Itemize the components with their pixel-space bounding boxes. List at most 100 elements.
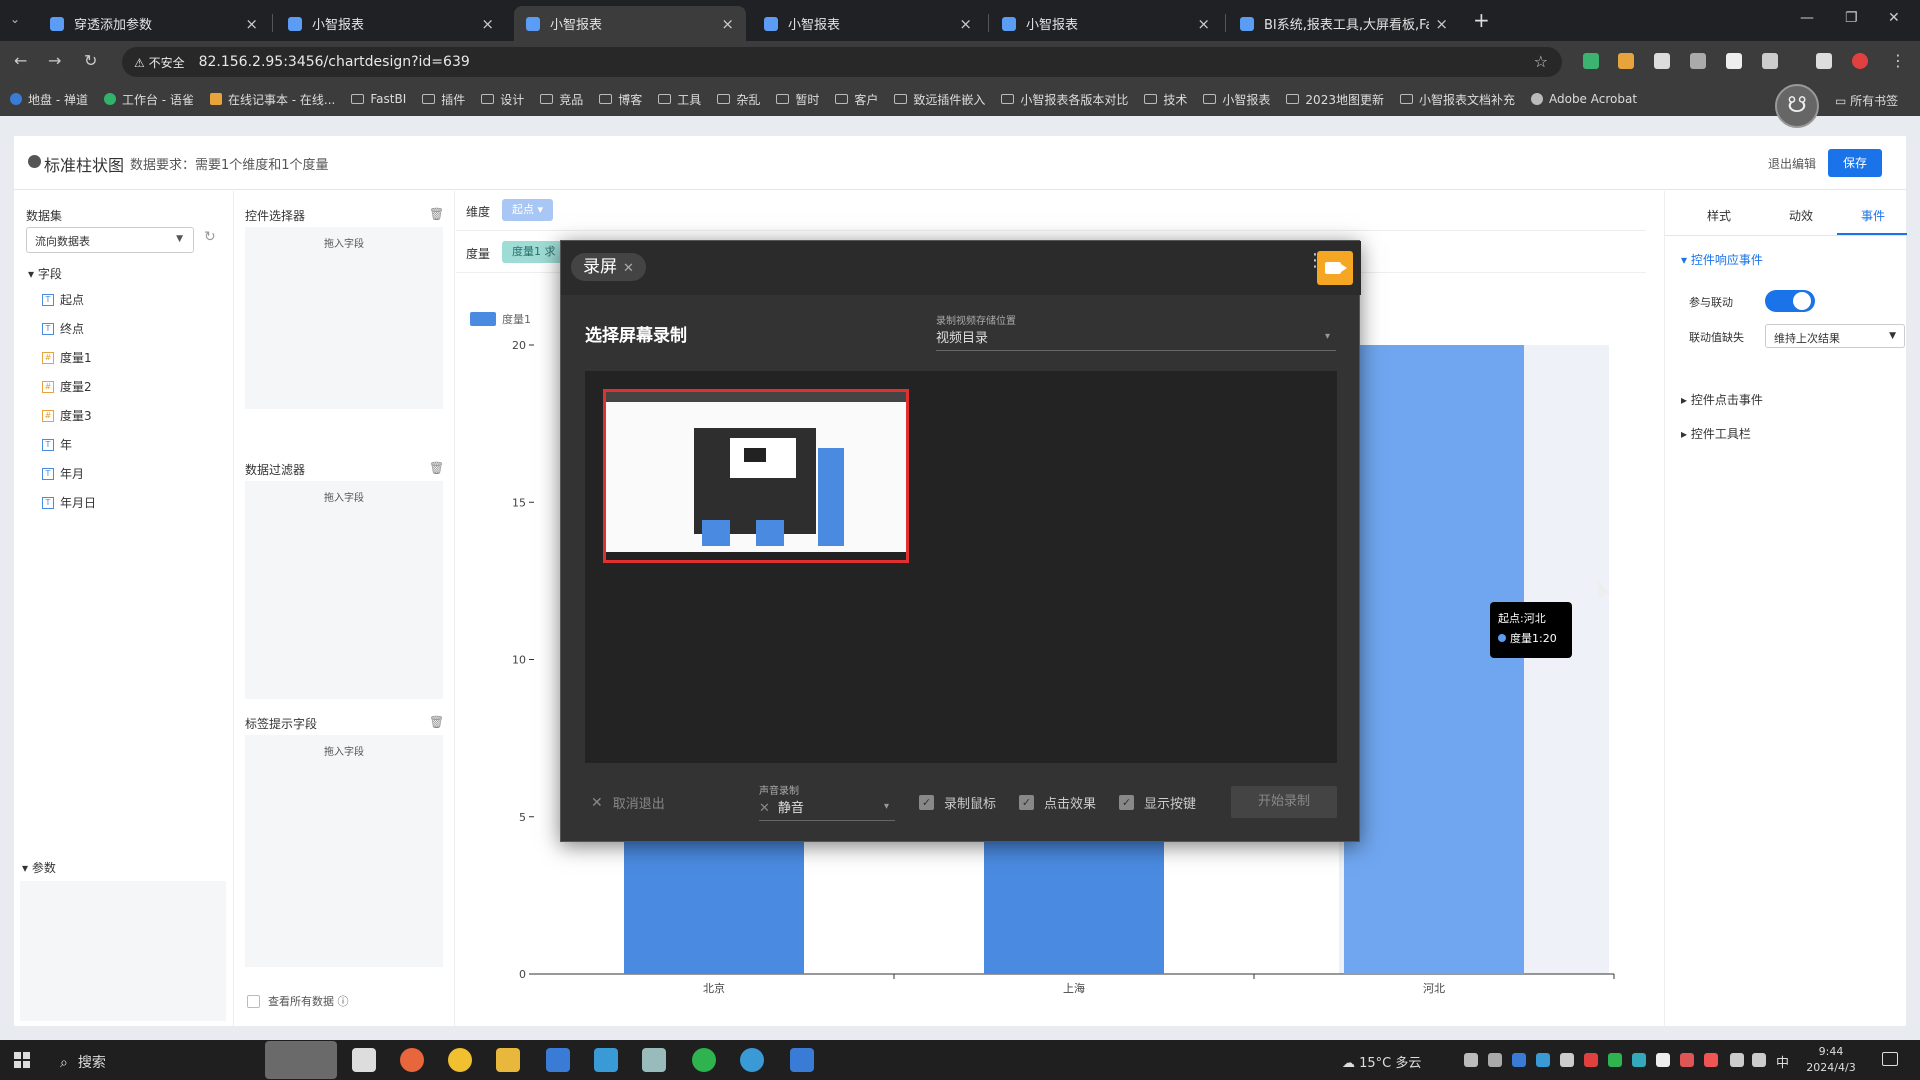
browser-tab[interactable]: 小智报表 × [752,6,984,41]
bookmark-star-icon[interactable]: ☆ [1534,52,1548,71]
field-item-年月[interactable]: T 年月 [42,465,84,482]
browser-tab[interactable]: 穿透添加参数 × [38,6,270,41]
browser-tab-active[interactable]: 小智报表 × [514,6,746,41]
toolbar-section[interactable]: ▸ 控件工具栏 [1681,425,1751,442]
bookmark-folder[interactable]: 杂乱 [717,91,760,108]
bookmark-item[interactable]: 在线记事本 - 在线... [209,91,335,108]
params-header[interactable]: ▾ 参数 [22,859,56,876]
tab-close-icon[interactable]: × [245,15,258,33]
taskbar-widget-image[interactable] [265,1041,337,1079]
file-app-icon[interactable] [352,1048,376,1072]
close-window-icon[interactable]: ✕ [1888,10,1900,26]
tray-icon[interactable] [1608,1053,1622,1067]
tab-close-icon[interactable]: × [1435,15,1448,33]
feishu-icon[interactable] [790,1048,814,1072]
field-item-年[interactable]: T年 [42,436,72,453]
url-bar[interactable]: ⚠ 不安全 82.156.2.95:3456/chartdesign?id=63… [122,47,1562,77]
field-item-终点[interactable]: T 终点 [42,320,84,337]
clock[interactable]: 9:44 2024/4/3 [1802,1044,1860,1076]
bookmark-folder[interactable]: 致远插件嵌入 [894,91,985,108]
measure-pill[interactable]: 度量1 求 [502,241,566,263]
record-mouse-checkbox[interactable]: ✓ 录制鼠标 [919,793,996,812]
restore-icon[interactable]: ❐ [1845,10,1858,26]
taskbar-search[interactable]: ⌕ 搜索 [60,1052,106,1072]
browser-tab[interactable]: 小智报表 × [276,6,506,41]
trash-icon[interactable]: 🗑 [429,461,444,475]
tab-close-icon[interactable]: × [1197,15,1210,33]
tab-close-icon[interactable]: × [959,15,972,33]
notepad-icon[interactable] [642,1048,666,1072]
bookmark-item[interactable]: 地盘 - 禅道 [10,91,88,108]
tray-icon[interactable] [1680,1053,1694,1067]
tab-style[interactable]: 样式 [1707,207,1731,224]
file-explorer-icon[interactable] [496,1048,520,1072]
tab-close-icon[interactable]: × [481,15,494,33]
response-event-section[interactable]: ▾ 控件响应事件 [1681,251,1763,268]
tray-icon[interactable] [1560,1053,1574,1067]
show-all-data-checkbox[interactable]: 查看所有数据 ⓘ [247,993,349,1009]
extension-icon[interactable] [1726,53,1742,69]
tab-close-icon[interactable]: × [721,15,734,33]
extension-icon[interactable] [1654,53,1670,69]
sidebar-icon[interactable] [1816,53,1832,69]
field-item-年月日[interactable]: T 年月日 [42,494,96,511]
forward-icon[interactable]: → [48,51,61,70]
store-icon[interactable] [546,1048,570,1072]
bookmark-folder[interactable]: 技术 [1144,91,1187,108]
trash-icon[interactable]: 🗑 [429,207,444,221]
bookmark-folder[interactable]: FastBI [351,92,406,106]
bookmark-folder[interactable]: 小智报表文档补充 [1399,91,1515,108]
save-location-select[interactable]: 视频目录 ▾ [936,327,1336,351]
all-bookmarks[interactable]: ▭ 所有书签 [1835,92,1898,109]
tooltip-field-dropzone[interactable]: 拖入字段 [245,735,443,967]
profile-icon[interactable] [1852,53,1868,69]
bookmark-folder[interactable]: 工具 [658,91,701,108]
ime-indicator[interactable]: 中 [1776,1052,1789,1071]
dimension-pill[interactable]: 起点 ▾ [502,199,554,221]
screen-thumbnail[interactable] [603,389,909,563]
control-selector-dropzone[interactable]: 拖入字段 [245,227,443,409]
tray-chevron-icon[interactable] [1464,1053,1478,1067]
tray-icon[interactable] [1584,1053,1598,1067]
field-item-度量3[interactable]: # 度量3 [42,407,92,424]
audio-select[interactable]: ✕ 静音 ▾ [759,797,895,821]
bookmark-folder[interactable]: 客户 [835,91,878,108]
tab-events[interactable]: 事件 [1861,207,1885,224]
fields-header[interactable]: ▾ 字段 [28,265,62,282]
wechat-icon[interactable] [692,1048,716,1072]
bookmark-folder[interactable]: 2023地图更新 [1286,91,1384,108]
windows-start-icon[interactable] [14,1052,30,1068]
bookmark-folder[interactable]: 插件 [422,91,465,108]
tray-icon[interactable] [1632,1053,1646,1067]
tab-animation[interactable]: 动效 [1789,207,1813,224]
bookmark-item[interactable]: 工作台 - 语雀 [103,91,194,108]
dataset-select[interactable]: 流向数据表 ▼ [26,227,194,253]
click-effect-checkbox[interactable]: ✓ 点击效果 [1019,793,1096,812]
click-event-section[interactable]: ▸ 控件点击事件 [1681,391,1763,408]
show-keys-checkbox[interactable]: ✓ 显示按键 [1119,793,1196,812]
trash-icon[interactable]: 🗑 [429,715,444,729]
refresh-icon[interactable]: ↻ [204,229,216,245]
minimize-icon[interactable]: — [1800,10,1814,26]
tray-icon[interactable] [1512,1053,1526,1067]
start-recording-button[interactable]: 开始录制 [1231,786,1337,818]
tray-icon[interactable] [1656,1053,1670,1067]
bookmark-folder[interactable]: 竞品 [540,91,583,108]
bookmark-folder[interactable]: 设计 [481,91,524,108]
menu-kebab-icon[interactable]: ⋮ [1890,51,1906,70]
volume-icon[interactable] [1752,1053,1766,1067]
bookmark-folder[interactable]: 暂时 [776,91,819,108]
bookmark-folder[interactable]: 博客 [599,91,642,108]
shield-extension-icon[interactable] [1583,53,1599,69]
chart-legend[interactable]: 度量1 [470,311,531,327]
camera-icon[interactable] [1317,251,1353,285]
tray-icon[interactable] [1488,1053,1502,1067]
new-tab-icon[interactable]: + [1473,8,1490,32]
weather-widget[interactable]: ☁ 15°C 多云 [1342,1052,1421,1071]
mail-icon[interactable] [594,1048,618,1072]
extension-icon[interactable] [1690,53,1706,69]
cancel-exit-button[interactable]: ✕ 取消退出 [591,793,665,813]
browser-tab[interactable]: BI系统,报表工具,大屏看板,FastI × [1228,6,1460,41]
notification-icon[interactable] [1882,1052,1898,1066]
wifi-icon[interactable] [1730,1053,1744,1067]
